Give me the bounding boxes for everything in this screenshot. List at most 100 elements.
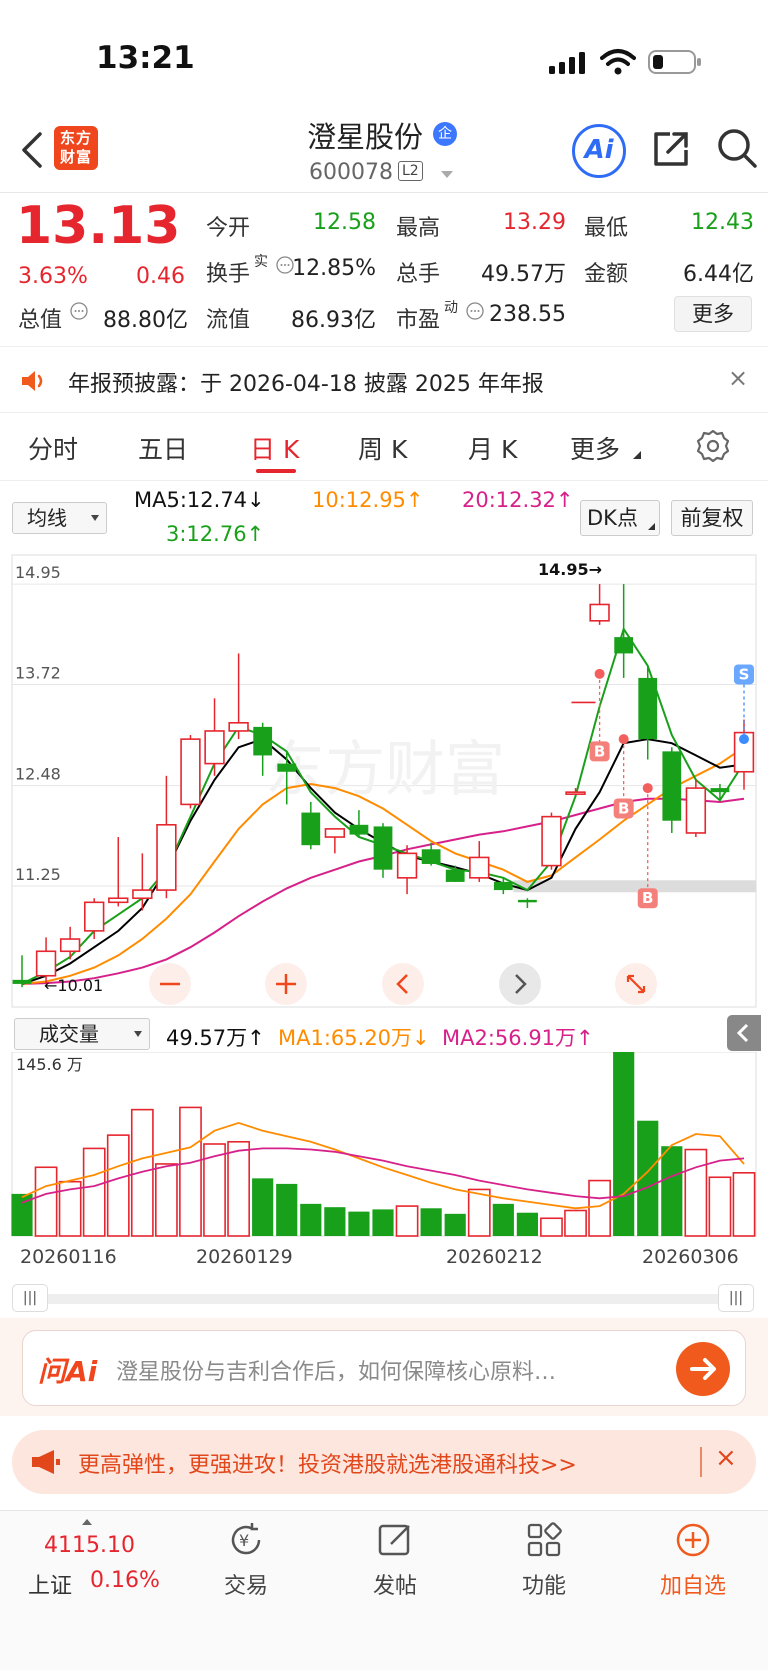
- volume-bar: [179, 1106, 202, 1237]
- candle-body: [59, 938, 81, 953]
- percent-change: 3.63%: [18, 264, 88, 289]
- announcement-close-button[interactable]: ×: [728, 364, 748, 392]
- volume-current: 49.57万↑: [166, 1026, 265, 1050]
- pe-value: 238.55: [489, 302, 566, 327]
- search-icon[interactable]: [715, 126, 759, 170]
- dk-point-button[interactable]: DK点: [580, 500, 660, 536]
- volume-bar: [106, 1134, 130, 1237]
- chart-scrollbar[interactable]: [14, 1294, 754, 1304]
- date-label: 20260212: [446, 1246, 543, 1268]
- y-tick-label: 14.95: [15, 563, 61, 582]
- y-tick-label: 13.72: [15, 663, 61, 682]
- marker-dot: [594, 668, 605, 679]
- info-dots-icon[interactable]: [70, 302, 88, 320]
- marker-letter: B: [594, 742, 605, 760]
- open-label: 今开: [206, 216, 251, 241]
- float-label: 流值: [206, 308, 251, 333]
- corner-caret-icon: [633, 451, 641, 459]
- fullscreen-button[interactable]: [615, 963, 657, 1005]
- stock-name: 澄星股份: [307, 120, 424, 154]
- share-icon[interactable]: [650, 128, 692, 170]
- marker-dot: [739, 734, 749, 745]
- speaker-icon: [22, 371, 43, 391]
- tab-intraday[interactable]: 分时: [28, 430, 78, 466]
- index-name[interactable]: 上证: [28, 1568, 72, 1600]
- index-value[interactable]: 4115.10: [44, 1533, 135, 1558]
- candle-body: [710, 788, 730, 793]
- level2-badge[interactable]: L2: [398, 161, 423, 181]
- pan-right-button[interactable]: [499, 963, 541, 1005]
- volume-ma1: MA1:65.20万↓: [278, 1026, 430, 1050]
- gear-icon[interactable]: [696, 429, 730, 463]
- high-label: 最高: [396, 216, 441, 241]
- promo-text[interactable]: 更高弹性，更强进攻！投资港股就选港股通科技>>: [78, 1447, 577, 1479]
- zoom-in-button[interactable]: [265, 963, 307, 1005]
- volume-indicator-select[interactable]: 成交量: [14, 1018, 150, 1050]
- volume-bar: [252, 1178, 274, 1236]
- scroll-handle-left[interactable]: |||: [12, 1284, 48, 1312]
- volume-bar: [708, 1176, 732, 1237]
- candle-body: [662, 751, 682, 821]
- candlestick-chart[interactable]: 东方财富 14.95 13.72 12.48 11.25 B B B S 14.95→ ←1…: [0, 550, 768, 1012]
- volume-bar: [348, 1211, 370, 1236]
- candle-body: [396, 852, 418, 879]
- absolute-change: 0.46: [136, 264, 185, 289]
- candle-body: [301, 812, 321, 846]
- tab-daily-k[interactable]: 日 K: [250, 430, 299, 466]
- caret-down-icon[interactable]: [440, 170, 454, 180]
- nav-post[interactable]: 发帖: [345, 1520, 445, 1600]
- ai-assistant-button[interactable]: Ai: [572, 124, 626, 178]
- nav-trade[interactable]: ¥ 交易: [196, 1520, 296, 1600]
- adjust-price-button[interactable]: 前复权: [671, 500, 753, 536]
- volume-bar: [324, 1207, 346, 1236]
- volume-bar: [540, 1217, 563, 1237]
- marker-dot: [642, 783, 653, 794]
- volume-bar: [564, 1209, 587, 1237]
- tab-monthly-k[interactable]: 月 K: [468, 430, 517, 466]
- volume-bar: [420, 1208, 442, 1236]
- ma5-value: MA5:12.74↓: [134, 488, 265, 512]
- support-band: [513, 880, 756, 893]
- candle-body: [469, 856, 490, 879]
- candle-body: [108, 897, 129, 904]
- volume-max-label: 145.6 万: [16, 1055, 83, 1074]
- nav-functions-label: 功能: [521, 1574, 566, 1599]
- battery-icon: [648, 50, 701, 74]
- volume-select-label: 成交量: [39, 1022, 99, 1046]
- promo-close-button[interactable]: ×: [715, 1443, 737, 1473]
- current-price: 13.13: [16, 196, 181, 256]
- volume-bar: [732, 1172, 756, 1237]
- ask-ai-submit-button[interactable]: [676, 1342, 730, 1396]
- arrow-right-icon: [690, 1358, 716, 1380]
- corner-caret-icon: [648, 523, 655, 530]
- announcement-text[interactable]: 年报预披露：于 2026-04-18 披露 2025 年年报: [68, 366, 544, 398]
- nav-post-label: 发帖: [372, 1574, 417, 1599]
- volume-bar: [82, 1147, 106, 1237]
- nav-add-watchlist[interactable]: 加自选: [643, 1520, 743, 1600]
- ask-ai-prompt[interactable]: 澄星股份与吉利合作后，如何保障核心原料…: [116, 1354, 656, 1386]
- pan-left-button[interactable]: [382, 963, 424, 1005]
- zoom-out-button[interactable]: [149, 963, 191, 1005]
- volume-chart[interactable]: 145.6 万: [0, 1052, 768, 1242]
- back-arrow-icon[interactable]: [14, 128, 50, 172]
- tab-five-day[interactable]: 五日: [138, 430, 188, 466]
- candle-body: [421, 849, 441, 864]
- tab-weekly-k[interactable]: 周 K: [358, 430, 407, 466]
- nav-functions[interactable]: 功能: [494, 1520, 594, 1600]
- collapse-panel-button[interactable]: [727, 1015, 761, 1051]
- stock-code[interactable]: 600078: [309, 160, 393, 185]
- index-change[interactable]: 0.16%: [90, 1568, 160, 1593]
- turnover-label: 换手: [206, 262, 251, 287]
- scroll-handle-right[interactable]: |||: [718, 1284, 754, 1312]
- nav-trade-label: 交易: [223, 1574, 268, 1599]
- ask-ai-logo: 问Ai: [38, 1355, 98, 1388]
- candle-body: [445, 869, 465, 882]
- min-price-label: ←10.01: [44, 976, 103, 995]
- more-quote-button[interactable]: 更多: [674, 296, 752, 332]
- tab-more[interactable]: 更多: [570, 430, 620, 466]
- app-logo: 东方财富: [54, 126, 98, 170]
- indicator-select[interactable]: 均线: [12, 502, 107, 534]
- watermark: 东方财富: [265, 735, 505, 805]
- candle-body: [518, 899, 537, 903]
- candle-body: [373, 826, 393, 870]
